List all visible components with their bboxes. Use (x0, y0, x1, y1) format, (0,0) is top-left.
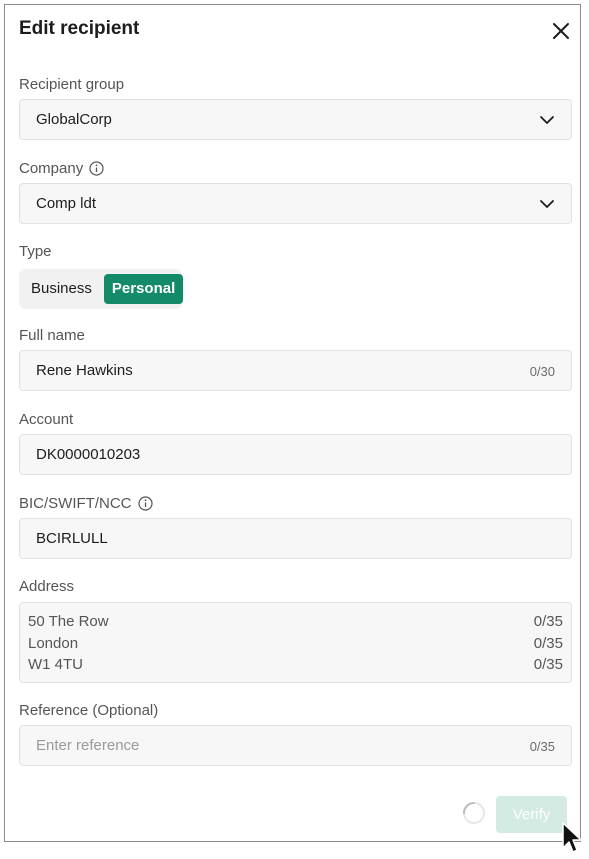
account-input[interactable]: DK0000010203 (19, 434, 572, 475)
address-line-1-value: 50 The Row (28, 613, 109, 630)
account-value: DK0000010203 (36, 446, 141, 463)
recipient-group-value: GlobalCorp (36, 111, 112, 128)
full-name-label-text: Full name (19, 327, 85, 344)
address-line-1-counter: 0/35 (533, 613, 563, 630)
type-segmented-control: Business Personal (19, 269, 184, 309)
type-option-personal[interactable]: Personal (103, 274, 184, 304)
reference-input[interactable]: Enter reference 0/35 (19, 725, 572, 766)
type-label-text: Type (19, 243, 52, 260)
reference-label-text: Reference (Optional) (19, 702, 159, 719)
full-name-label: Full name (19, 327, 85, 344)
mouse-pointer-icon (561, 822, 585, 854)
recipient-group-label-text: Recipient group (19, 76, 125, 93)
info-icon[interactable] (137, 496, 153, 511)
verify-button-label: Verify (512, 806, 551, 823)
type-option-business[interactable]: Business (21, 274, 102, 304)
address-line-2[interactable]: London 0/35 (28, 635, 563, 657)
info-icon[interactable] (89, 161, 104, 176)
address-line-1[interactable]: 50 The Row 0/35 (28, 613, 563, 635)
full-name-counter: 0/30 (529, 364, 555, 379)
account-label: Account (19, 411, 73, 428)
company-label: Company (19, 160, 104, 177)
address-label: Address (19, 578, 74, 595)
dialog-title: Edit recipient (19, 18, 140, 39)
address-line-3-value: W1 4TU (28, 656, 84, 673)
bic-input[interactable]: BCIRLULL (19, 518, 572, 559)
address-input[interactable]: 50 The Row 0/35 London 0/35 W1 4TU 0/35 (19, 602, 572, 683)
recipient-group-label: Recipient group (19, 76, 124, 93)
reference-placeholder: Enter reference (36, 737, 140, 754)
address-line-3[interactable]: W1 4TU 0/35 (28, 656, 563, 678)
account-label-text: Account (19, 411, 74, 428)
bic-label: BIC/SWIFT/NCC (19, 495, 153, 512)
reference-label: Reference (Optional) (19, 702, 158, 719)
recipient-group-select[interactable]: GlobalCorp (19, 99, 572, 140)
address-line-2-value: London (28, 635, 79, 652)
type-label: Type (19, 243, 52, 260)
company-select[interactable]: Comp ldt (19, 183, 572, 224)
address-label-text: Address (19, 578, 75, 595)
edit-recipient-dialog: Edit recipient Recipient group GlobalCor… (4, 4, 581, 842)
company-value: Comp ldt (36, 195, 97, 212)
bic-value: BCIRLULL (36, 530, 108, 547)
full-name-value: Rene Hawkins (36, 362, 133, 379)
chevron-down-icon (539, 196, 555, 212)
reference-counter: 0/35 (529, 739, 555, 754)
chevron-down-icon (539, 112, 555, 128)
loading-spinner-icon (462, 801, 486, 825)
address-line-3-counter: 0/35 (533, 656, 563, 673)
address-line-2-counter: 0/35 (533, 635, 563, 652)
verify-button[interactable]: Verify (496, 796, 567, 833)
company-label-text: Company (19, 160, 84, 177)
full-name-input[interactable]: Rene Hawkins 0/30 (19, 350, 572, 391)
close-icon[interactable] (549, 19, 573, 43)
bic-label-text: BIC/SWIFT/NCC (19, 495, 132, 512)
